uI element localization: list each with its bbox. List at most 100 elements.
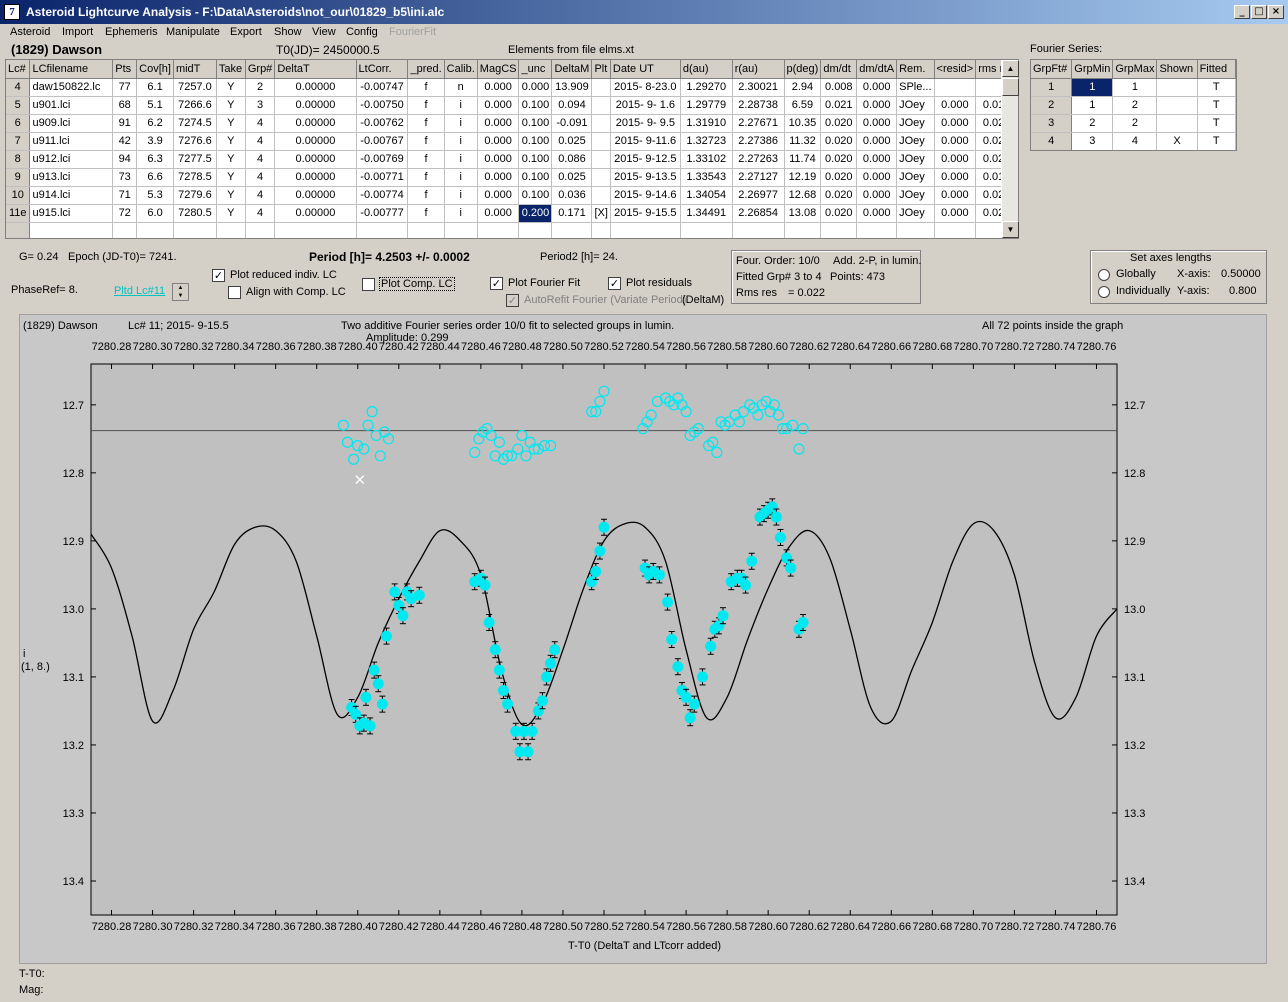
table-cell[interactable]: 0.000 — [477, 150, 520, 169]
table-cell[interactable]: JOey — [896, 168, 935, 187]
table-cell[interactable]: 11.32 — [784, 132, 822, 151]
column-header[interactable]: Grp# — [245, 60, 276, 79]
table-cell[interactable]: 12.68 — [784, 186, 822, 205]
table-cell[interactable]: i — [444, 96, 478, 115]
table-row[interactable]: 8 u912.lci 94 6.3 7277.5 Y 4 0.00000 -0.00769 f i 0… — [6, 150, 1018, 169]
fourier-cell[interactable] — [1156, 96, 1198, 115]
fourier-row[interactable]: 434XT — [1031, 132, 1236, 150]
table-cell[interactable]: 0.00000 — [274, 78, 357, 97]
table-cell[interactable]: n — [444, 78, 478, 97]
table-cell[interactable] — [591, 132, 611, 151]
globally-radio[interactable] — [1098, 269, 1110, 281]
table-cell[interactable] — [934, 222, 977, 238]
menu-manipulate[interactable]: Manipulate — [166, 26, 220, 38]
column-header[interactable]: p(deg) — [784, 60, 822, 79]
column-header[interactable]: Pts — [112, 60, 138, 79]
table-cell[interactable]: 0.000 — [934, 150, 977, 169]
table-cell[interactable]: 7266.6 — [173, 96, 217, 115]
fourier-cell[interactable]: 1 — [1071, 78, 1114, 97]
column-header[interactable]: LCfilename — [29, 60, 114, 79]
table-cell[interactable]: 0.100 — [518, 132, 553, 151]
table-cell[interactable]: 0.008 — [820, 78, 858, 97]
table-cell[interactable]: JOey — [896, 186, 935, 205]
table-cell[interactable] — [136, 222, 174, 238]
table-cell[interactable]: 0.000 — [518, 78, 553, 97]
fourier-cell[interactable] — [1156, 78, 1198, 97]
column-header[interactable]: dm/dtA — [856, 60, 898, 79]
table-cell[interactable]: 0.036 — [551, 186, 593, 205]
table-cell[interactable]: 2015- 8-23.0 — [610, 78, 681, 97]
table-cell[interactable]: 0.000 — [477, 132, 520, 151]
table-cell[interactable]: 0.000 — [477, 78, 520, 97]
table-cell[interactable]: 2015- 9-14.6 — [610, 186, 681, 205]
column-header[interactable]: d(au) — [680, 60, 733, 79]
table-row[interactable]: 7 u911.lci 42 3.9 7276.6 Y 4 0.00000 -0.00767 f i 0… — [6, 132, 1018, 151]
maximize-button[interactable]: □ — [1251, 5, 1267, 19]
fourier-row[interactable]: 111T — [1031, 78, 1236, 97]
table-cell[interactable]: f — [407, 168, 445, 187]
table-cell[interactable] — [477, 222, 520, 238]
table-cell[interactable]: JOey — [896, 204, 935, 223]
table-cell[interactable]: i — [444, 168, 478, 187]
menu-show[interactable]: Show — [274, 26, 302, 38]
table-cell[interactable] — [216, 222, 246, 238]
table-cell[interactable]: 0.000 — [477, 186, 520, 205]
table-cell[interactable]: 1.34054 — [680, 186, 733, 205]
table-cell[interactable]: 2015- 9-15.5 — [610, 204, 681, 223]
table-cell[interactable]: 73 — [112, 168, 138, 187]
column-header[interactable]: Take — [216, 60, 246, 79]
table-cell[interactable]: 91 — [112, 114, 138, 133]
table-cell[interactable]: f — [407, 96, 445, 115]
menu-export[interactable]: Export — [230, 26, 262, 38]
table-cell[interactable]: 7279.6 — [173, 186, 217, 205]
table-cell[interactable]: f — [407, 132, 445, 151]
table-cell[interactable]: 2 — [245, 78, 276, 97]
table-cell[interactable]: 12.19 — [784, 168, 822, 187]
table-cell[interactable]: 7280.5 — [173, 204, 217, 223]
table-cell[interactable]: Y — [216, 150, 246, 169]
table-cell[interactable]: 0.000 — [856, 132, 898, 151]
menu-config[interactable]: Config — [346, 26, 378, 38]
column-header[interactable]: Plt — [591, 60, 611, 79]
table-cell[interactable]: u915.lci — [29, 204, 114, 223]
autorefit-checkbox[interactable]: ✓ — [506, 294, 519, 307]
column-header[interactable]: midT — [173, 60, 217, 79]
table-cell[interactable] — [551, 222, 593, 238]
table-cell[interactable]: 94 — [112, 150, 138, 169]
table-cell[interactable]: 3 — [245, 96, 276, 115]
table-cell[interactable]: 0.000 — [856, 96, 898, 115]
table-cell[interactable]: -0.00777 — [356, 204, 409, 223]
table-cell[interactable] — [732, 222, 785, 238]
table-cell[interactable]: 68 — [112, 96, 138, 115]
table-cell[interactable]: f — [407, 186, 445, 205]
fourier-series-table[interactable]: GrpFt# GrpMin GrpMax Shown Fitted 111T212T32… — [1030, 59, 1237, 151]
table-cell[interactable] — [173, 222, 217, 238]
table-cell[interactable] — [444, 222, 478, 238]
fourier-column-header[interactable]: GrpMax — [1112, 60, 1158, 79]
close-button[interactable]: × — [1268, 5, 1284, 19]
spin-down-icon[interactable]: ▼ — [173, 292, 188, 300]
table-cell[interactable]: 6.1 — [136, 78, 174, 97]
table-row[interactable]: 5 u901.lci 68 5.1 7266.6 Y 3 0.00000 -0.00750 f i 0… — [6, 96, 1018, 115]
table-cell[interactable]: 0.000 — [856, 114, 898, 133]
fourier-cell[interactable]: T — [1197, 96, 1236, 115]
table-cell[interactable] — [274, 222, 357, 238]
table-cell[interactable] — [591, 222, 611, 238]
table-row[interactable]: 11e u915.lci 72 6.0 7280.5 Y 4 0.00000 -0.00777 f… — [6, 204, 1018, 223]
table-cell[interactable]: 9 — [6, 168, 31, 187]
column-header[interactable]: MagCS — [477, 60, 520, 79]
table-cell[interactable]: 0.000 — [477, 204, 520, 223]
table-cell[interactable]: 0.100 — [518, 186, 553, 205]
table-cell[interactable]: 2015- 9-12.5 — [610, 150, 681, 169]
table-cell[interactable]: 0.020 — [820, 132, 858, 151]
table-cell[interactable]: 4 — [245, 114, 276, 133]
table-cell[interactable]: 0.000 — [477, 96, 520, 115]
plotted-lc-link[interactable]: Pltd Lc#11 — [114, 285, 165, 297]
table-cell[interactable]: 2.27127 — [732, 168, 785, 187]
table-cell[interactable]: u913.lci — [29, 168, 114, 187]
table-cell[interactable]: 0.200 — [518, 204, 553, 223]
table-cell[interactable]: JOey — [896, 150, 935, 169]
column-header[interactable]: Cov[h] — [136, 60, 174, 79]
table-cell[interactable]: -0.00767 — [356, 132, 409, 151]
table-cell[interactable]: 2015- 9- 1.6 — [610, 96, 681, 115]
